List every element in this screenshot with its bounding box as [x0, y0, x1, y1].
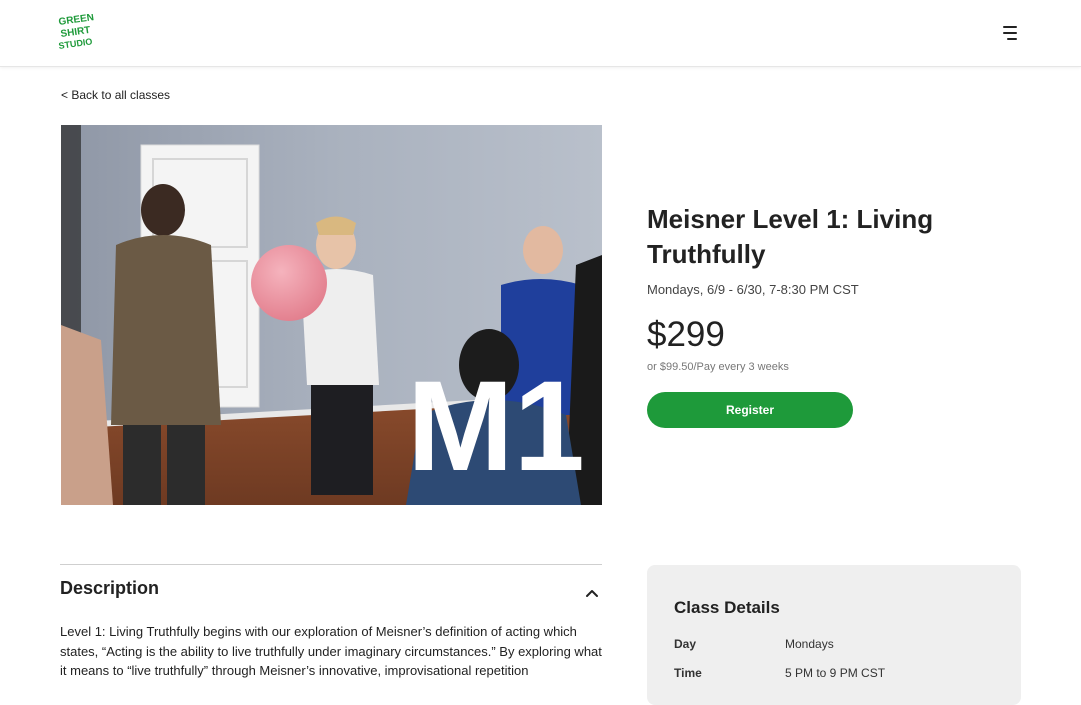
site-header: GREEN SHIRT STUDIO [0, 0, 1081, 67]
hamburger-menu-icon[interactable] [999, 24, 1021, 42]
class-details-title: Class Details [674, 598, 780, 617]
green-shirt-studio-logo[interactable]: GREEN SHIRT STUDIO [58, 12, 98, 52]
back-to-all-classes-link[interactable]: < Back to all classes [61, 88, 170, 102]
chevron-up-icon[interactable] [585, 585, 599, 597]
description-heading[interactable]: Description [60, 578, 159, 599]
detail-row-day: Day Mondays [674, 637, 1004, 655]
detail-label: Time [674, 666, 702, 680]
class-schedule: Mondays, 6/9 - 6/30, 7-8:30 PM CST [647, 282, 859, 297]
description-body: Level 1: Living Truthfully begins with o… [60, 624, 602, 678]
register-button[interactable]: Register [647, 392, 853, 428]
detail-row-time: Time 5 PM to 9 PM CST [674, 666, 1004, 684]
hero-overlay-text: M1 [407, 355, 585, 498]
class-title: Meisner Level 1: Living Truthfully [647, 204, 934, 269]
class-hero-image: M1 [61, 125, 602, 505]
detail-label: Day [674, 637, 697, 651]
payment-plan-text: or $99.50/Pay every 3 weeks [647, 361, 789, 373]
detail-value: Mondays [785, 637, 834, 651]
class-price: $299 [647, 315, 725, 354]
description-divider [60, 564, 602, 565]
class-details-card: Class Details Day Mondays Time 5 PM to 9… [647, 565, 1021, 705]
detail-value: 5 PM to 9 PM CST [785, 666, 886, 680]
